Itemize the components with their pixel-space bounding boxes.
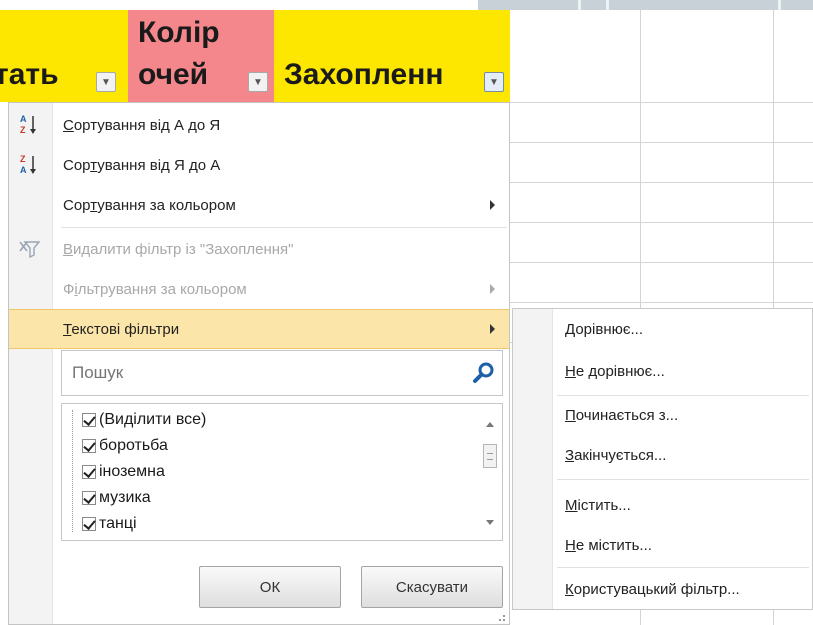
scroll-down-icon[interactable] (486, 520, 494, 525)
submenu-custom-filter[interactable]: Користувацький фільтр... (565, 575, 740, 603)
column-separator (778, 0, 781, 10)
list-item-label: боротьба (99, 437, 168, 454)
list-item[interactable]: боротьба (82, 434, 168, 458)
list-item-label: (Виділити все) (99, 411, 207, 428)
menu-sort-by-color[interactable]: Сортування за кольором (9, 185, 509, 225)
list-item-label: іноземна (99, 463, 165, 480)
submenu-contains[interactable]: Містить... (565, 491, 631, 519)
column-header-area (478, 0, 813, 10)
header-cell-eye-color[interactable]: Колір очей ▼ (128, 10, 274, 102)
chevron-down-icon: ▼ (101, 76, 111, 88)
menu-sort-a-z[interactable]: AZ Сортування від А до Я (9, 105, 509, 145)
checkbox[interactable] (82, 465, 96, 479)
menu-filter-by-color-label: Фільтрування за кольором (63, 280, 247, 298)
menu-sort-by-color-label: Сортування за кольором (63, 196, 236, 214)
filter-dropdown-button[interactable]: ▼ (96, 72, 116, 92)
list-item[interactable]: музика (82, 486, 151, 510)
list-item[interactable]: танці (82, 512, 137, 536)
list-item[interactable]: іноземна (82, 460, 165, 484)
header-cell-hobby[interactable]: Захопленн ▼ (274, 10, 510, 102)
grid-row-line (510, 142, 813, 143)
grid-row-line (510, 262, 813, 263)
menu-sort-a-z-label: Сортування від А до Я (63, 116, 221, 134)
sort-z-a-icon: ZA (19, 153, 41, 175)
column-separator (578, 0, 581, 10)
header-eye-color-line1: Колір (138, 16, 220, 49)
resize-grip-icon[interactable] (499, 615, 505, 621)
search-field[interactable] (61, 350, 503, 396)
header-partial-label: тать (0, 58, 59, 91)
clear-filter-icon (19, 239, 41, 261)
grid-row-line (510, 302, 813, 303)
filter-dropdown-button[interactable]: ▼ (248, 72, 268, 92)
chevron-down-icon: ▼ (489, 76, 499, 88)
grid-row-line (510, 222, 813, 223)
chevron-down-icon: ▼ (253, 76, 263, 88)
submenu-equals[interactable]: Дорівнює... (565, 315, 643, 343)
grid-row-line (510, 182, 813, 183)
submenu-not-equals[interactable]: Не дорівнює... (565, 357, 665, 385)
grid-row-line (510, 102, 813, 103)
sort-a-z-icon: AZ (19, 113, 41, 135)
svg-text:Z: Z (20, 154, 26, 164)
table-header-row: тать ▼ Колір очей ▼ Захопленн ▼ (0, 10, 510, 102)
checkbox[interactable] (82, 413, 96, 427)
checkbox[interactable] (82, 439, 96, 453)
filter-dropdown-button-active[interactable]: ▼ (484, 72, 504, 92)
autofilter-dropdown: AZ Сортування від А до Я ZA Сортування в… (8, 102, 510, 625)
header-hobby-label: Захопленн (284, 58, 444, 91)
menu-sort-z-a-label: Сортування від Я до А (63, 156, 221, 174)
values-list: (Виділити все) боротьба іноземна музика … (61, 403, 503, 541)
header-cell-partial[interactable]: тать ▼ (0, 10, 128, 102)
ok-button[interactable]: ОК (199, 566, 341, 608)
scroll-up-icon[interactable] (486, 422, 494, 427)
menu-divider (61, 227, 507, 228)
menu-clear-filter-label: Видалити фільтр із "Захоплення" (63, 240, 294, 258)
menu-divider (557, 567, 809, 568)
search-input[interactable] (62, 351, 462, 395)
menu-clear-filter[interactable]: Видалити фільтр із "Захоплення" (9, 229, 509, 269)
column-separator (606, 0, 609, 10)
cancel-button[interactable]: Скасувати (361, 566, 503, 608)
text-filters-submenu: Дорівнює... Не дорівнює... Починається з… (512, 308, 813, 610)
checkbox[interactable] (82, 517, 96, 531)
scroll-thumb[interactable] (483, 444, 497, 468)
list-item-label: музика (99, 489, 151, 506)
menu-divider (557, 395, 809, 396)
icon-strip (513, 309, 553, 609)
svg-text:Z: Z (20, 125, 26, 135)
top-strip (0, 0, 813, 10)
svg-text:A: A (20, 165, 27, 175)
menu-filter-by-color[interactable]: Фільтрування за кольором (9, 269, 509, 309)
magnifier-icon[interactable] (472, 361, 496, 385)
submenu-ends-with[interactable]: Закінчується... (565, 441, 666, 469)
submenu-arrow-icon (490, 200, 495, 210)
submenu-not-contains[interactable]: Не містить... (565, 531, 652, 559)
list-item-label: танці (99, 515, 137, 532)
menu-sort-z-a[interactable]: ZA Сортування від Я до А (9, 145, 509, 185)
svg-text:A: A (20, 114, 27, 124)
menu-divider (557, 479, 809, 480)
submenu-arrow-icon (490, 324, 495, 334)
menu-text-filters[interactable]: Текстові фільтри (9, 309, 509, 349)
menu-text-filters-label: Текстові фільтри (63, 320, 180, 338)
list-scrollbar[interactable] (478, 404, 502, 540)
submenu-arrow-icon (490, 284, 495, 294)
submenu-begins-with[interactable]: Починається з... (565, 401, 678, 429)
header-eye-color-line2: очей (138, 58, 209, 91)
list-item-select-all[interactable]: (Виділити все) (82, 408, 206, 432)
checkbox[interactable] (82, 491, 96, 505)
